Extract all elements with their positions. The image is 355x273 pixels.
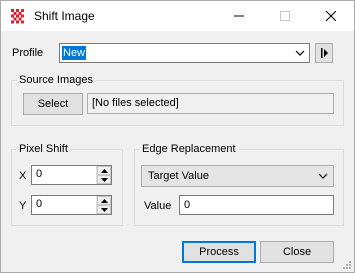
minimize-icon	[234, 15, 244, 17]
x-spin-buttons	[96, 166, 111, 184]
title-bar[interactable]: Shift Image	[1, 1, 354, 31]
edge-mode-dropdown[interactable]: Target Value	[141, 165, 334, 187]
selected-files-field: [No files selected]	[87, 93, 334, 114]
arrow-up-icon	[100, 168, 108, 173]
x-decrement-button[interactable]	[97, 175, 111, 184]
play-icon	[321, 48, 328, 58]
maximize-button[interactable]	[262, 1, 308, 31]
process-button-label: Process	[199, 246, 239, 258]
edge-replacement-title: Edge Replacement	[140, 143, 238, 155]
source-images-title: Source Images	[17, 74, 95, 86]
arrow-down-icon	[100, 177, 108, 182]
close-button[interactable]: Close	[260, 241, 334, 263]
x-label: X	[19, 170, 27, 182]
arrow-down-icon	[100, 207, 108, 212]
profile-value: New	[62, 46, 87, 60]
y-spinbox[interactable]: 0	[31, 195, 112, 215]
close-icon	[326, 11, 336, 21]
resize-grip-icon[interactable]	[342, 260, 352, 270]
y-increment-button[interactable]	[97, 196, 111, 205]
maximize-icon	[280, 11, 290, 21]
select-button-label: Select	[37, 98, 69, 110]
grid-app-icon	[10, 8, 26, 24]
close-button-label: Close	[282, 246, 312, 258]
close-window-button[interactable]	[308, 1, 354, 31]
x-spinbox[interactable]: 0	[31, 165, 112, 185]
arrow-up-icon	[100, 198, 108, 203]
edge-value-text: 0	[184, 199, 191, 211]
minimize-button[interactable]	[216, 1, 262, 31]
selected-files-value: [No files selected]	[92, 97, 179, 109]
y-decrement-button[interactable]	[97, 205, 111, 214]
profile-combobox[interactable]: New	[59, 43, 310, 63]
profile-label: Profile	[12, 47, 44, 59]
x-value: 0	[36, 168, 43, 180]
edge-value-label: Value	[144, 200, 172, 212]
pixel-shift-title: Pixel Shift	[17, 143, 70, 155]
edge-value-input[interactable]: 0	[179, 195, 334, 215]
edge-mode-value: Target Value	[148, 170, 209, 182]
y-value: 0	[36, 198, 43, 210]
window-title: Shift Image	[34, 9, 95, 23]
chevron-down-icon	[318, 173, 328, 179]
chevron-down-icon	[295, 50, 305, 56]
y-label: Y	[19, 200, 27, 212]
profile-action-button[interactable]	[315, 43, 333, 63]
process-button[interactable]: Process	[182, 241, 256, 263]
y-spin-buttons	[96, 196, 111, 214]
shift-image-dialog: Shift Image Profile New Source Images Se…	[0, 0, 355, 273]
select-button[interactable]: Select	[23, 93, 83, 115]
x-increment-button[interactable]	[97, 166, 111, 175]
